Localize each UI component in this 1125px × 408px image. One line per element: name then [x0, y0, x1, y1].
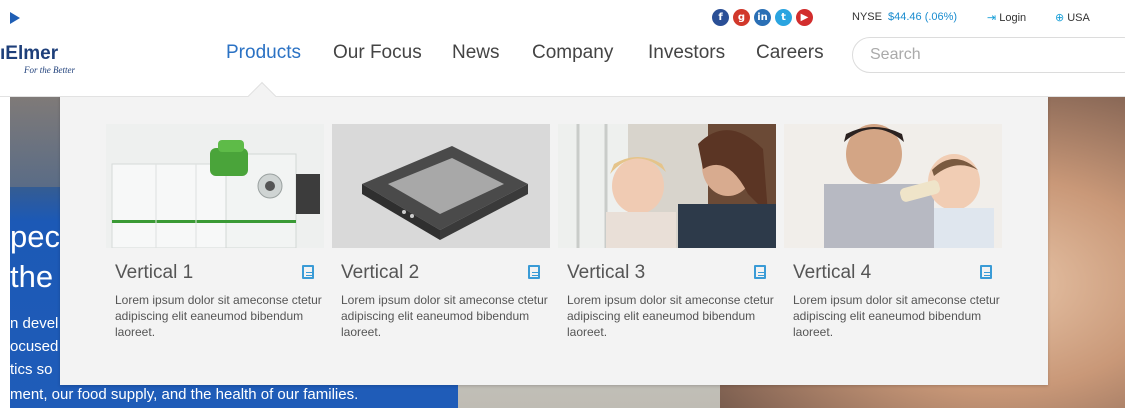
- card-title: Vertical 3: [567, 262, 646, 283]
- login-label: Login: [999, 12, 1027, 24]
- site-header: ıElmer For the Better f g in t ▶ NYSE $4…: [0, 0, 1125, 97]
- nav-item-careers[interactable]: Careers: [756, 42, 824, 64]
- linkedin-icon[interactable]: in: [754, 9, 771, 26]
- hero-heading-line: the: [10, 259, 54, 294]
- region-selector[interactable]: ⊕ USA: [1055, 11, 1090, 24]
- facebook-icon[interactable]: f: [712, 9, 729, 26]
- twitter-icon[interactable]: t: [775, 9, 792, 26]
- hero-body-line: n devel: [10, 315, 59, 332]
- nav-item-news[interactable]: News: [452, 42, 500, 64]
- hero-body-line: tics so: [10, 361, 53, 378]
- hero-body-line: ocused: [10, 338, 59, 355]
- vertical-card[interactable]: Vertical 4 Lorem ipsum dolor sit amecons…: [784, 124, 1002, 339]
- card-image-instrument: [106, 124, 324, 248]
- vertical-card[interactable]: Vertical 3 Lorem ipsum dolor sit amecons…: [558, 124, 776, 339]
- stock-price[interactable]: $44.46 (.06%): [888, 11, 957, 23]
- card-description: Lorem ipsum dolor sit ameconse ctetur ad…: [115, 293, 322, 339]
- hero-edge: [0, 97, 10, 408]
- play-icon[interactable]: [10, 12, 20, 24]
- nav-item-products[interactable]: Products: [226, 42, 301, 64]
- logo-name: ıElmer: [0, 43, 59, 64]
- hero-body-line: ment, our food supply, and the health of…: [10, 386, 359, 403]
- header-divider: [0, 96, 1125, 97]
- search-input[interactable]: [852, 37, 1125, 73]
- card-description: Lorem ipsum dolor sit ameconse ctetur ad…: [567, 293, 774, 339]
- card-description: Lorem ipsum dolor sit ameconse ctetur ad…: [793, 293, 1000, 339]
- document-icon[interactable]: [754, 265, 766, 279]
- vertical-card[interactable]: Vertical 2 Lorem ipsum dolor sit amecons…: [332, 124, 550, 339]
- hero-heading-line: pec: [10, 219, 60, 254]
- products-mega-menu: Vertical 1 Lorem ipsum dolor sit amecons…: [60, 96, 1048, 385]
- stock-exchange: NYSE: [852, 11, 882, 23]
- card-title: Vertical 4: [793, 262, 872, 283]
- nav-item-our-focus[interactable]: Our Focus: [333, 42, 422, 64]
- youtube-icon[interactable]: ▶: [796, 9, 813, 26]
- nav-item-investors[interactable]: Investors: [648, 42, 725, 64]
- vertical-card[interactable]: Vertical 1 Lorem ipsum dolor sit amecons…: [106, 124, 324, 339]
- card-title: Vertical 2: [341, 262, 420, 283]
- logo-tagline: For the Better: [24, 65, 75, 75]
- login-icon: ⇥: [987, 11, 997, 24]
- document-icon[interactable]: [528, 265, 540, 279]
- login-link[interactable]: ⇥ Login: [987, 11, 1026, 24]
- region-label: USA: [1067, 12, 1090, 24]
- social-links: f g in t ▶: [712, 9, 813, 26]
- card-image-father-baby: [784, 124, 1002, 248]
- card-image-device: [332, 124, 550, 248]
- card-title: Vertical 1: [115, 262, 194, 283]
- nav-item-company[interactable]: Company: [532, 42, 613, 64]
- globe-icon: ⊕: [1055, 11, 1065, 24]
- document-icon[interactable]: [302, 265, 314, 279]
- card-image-mother-child: [558, 124, 776, 248]
- document-icon[interactable]: [980, 265, 992, 279]
- card-description: Lorem ipsum dolor sit ameconse ctetur ad…: [341, 293, 548, 339]
- google-plus-icon[interactable]: g: [733, 9, 750, 26]
